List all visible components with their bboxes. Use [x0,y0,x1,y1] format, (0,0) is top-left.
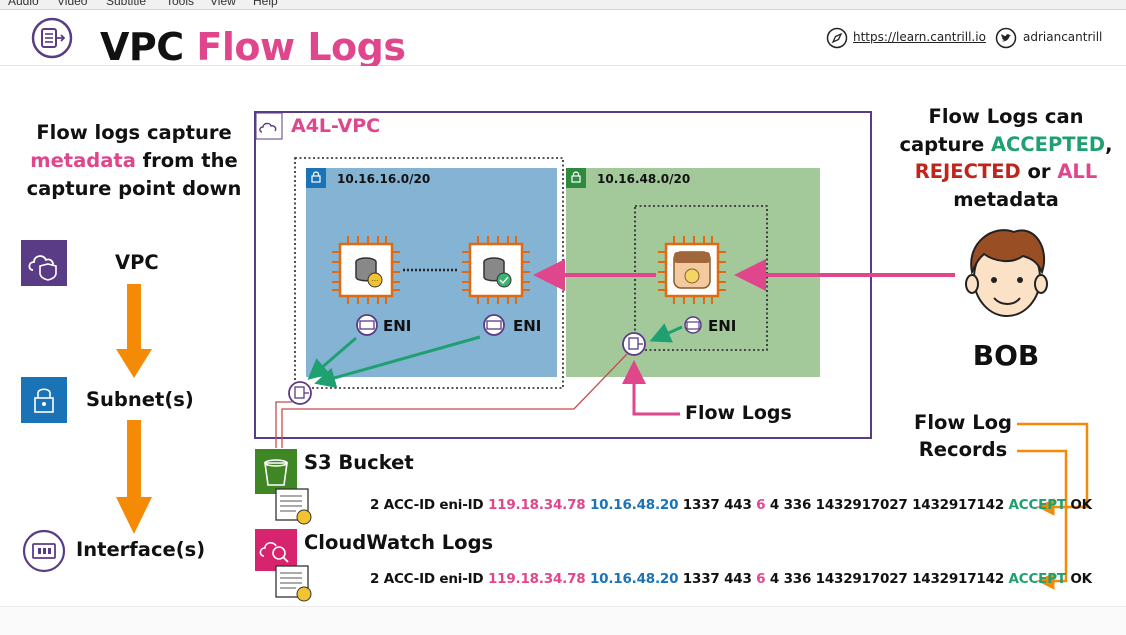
metadata-highlight: metadata [30,149,136,172]
log-record-cloudwatch: 2 ACC-ID eni-ID 119.18.34.78 10.16.48.20… [370,571,1092,587]
title-main: VPC [100,25,197,69]
intro-line-2-rest: from the [135,149,238,172]
subnet-green-lock-icon [566,168,586,188]
menu-video[interactable]: Video [57,0,87,8]
ec2-instance-2-icon [462,236,530,304]
flow-log-records-label: Flow Log Records [900,409,1026,463]
menu-bar: Audio Video Subtitle Tools View Help [0,0,1126,10]
cloudwatch-logs-label: CloudWatch Logs [304,531,494,554]
page-title: VPC Flow Logs [100,25,406,69]
eni-3-label: ENI [708,317,737,335]
flow-logs-icon [31,17,73,59]
twitter-handle[interactable]: adriancantrill [1023,30,1102,44]
course-link[interactable]: https://learn.cantrill.io [853,30,986,44]
flow-log-interface-icon [622,332,646,356]
eni-2-label: ENI [513,317,542,335]
log-ports: 1337 443 [678,497,757,513]
flow-logs-label: Flow Logs [685,402,792,424]
svg-text:···: ··· [372,277,379,285]
intro-text: Flow logs capture metadata from the capt… [18,119,250,203]
accepted-label: ACCEPTED [990,132,1106,156]
log-action: ACCEPT [1008,497,1067,513]
capture-line-2: capture ACCEPTED, [890,131,1122,159]
rejected-label: REJECTED [914,160,1021,183]
footer-strip [0,606,1126,635]
person-name: BOB [972,339,1040,372]
s3-log-document-icon [275,488,312,525]
ec2-instance-3-icon [658,236,726,304]
level-subnet-label: Subnet(s) [86,388,194,411]
log-status: OK [1065,571,1092,587]
capture-prefix: capture [899,132,991,156]
subnet-blue-lock-icon [306,168,326,188]
menu-tools[interactable]: Tools [166,0,194,8]
log-prefix: 2 ACC-ID eni-ID [370,497,488,513]
log-record-s3: 2 ACC-ID eni-ID 119.18.34.78 10.16.48.20… [370,497,1092,513]
log-src-ip: 119.18.34.78 [487,497,586,513]
log-rest: 4 336 1432917027 1432917142 [765,497,1009,513]
log-dst-ip: 10.16.48.20 [589,497,679,513]
capture-or: or [1020,160,1058,183]
vpc-name: A4L-VPC [291,115,381,137]
records-line-1: Flow Log [914,411,1012,434]
eni-1-icon [356,314,378,336]
log-protocol: 6 [756,497,766,513]
menu-help[interactable]: Help [253,0,278,8]
flow-log-vpc-icon [288,381,312,405]
log-prefix: 2 ACC-ID eni-ID [370,571,488,587]
s3-bucket-label: S3 Bucket [304,451,414,474]
diagram-canvas: ··· Flow logs capture metadata from the … [0,66,1126,606]
eni-3-icon [684,316,702,334]
log-status: OK [1065,497,1092,513]
level-interface-label: Interface(s) [76,538,206,561]
capture-comma: , [1105,132,1113,156]
title-accent: Flow Logs [196,25,406,69]
menu-view[interactable]: View [210,0,236,8]
interface-icon [22,529,66,573]
records-bracket-cloudwatch [1017,449,1068,590]
log-dst-ip: 10.16.48.20 [589,571,679,587]
eni-1-label: ENI [383,317,412,335]
slide-header: VPC Flow Logs https://learn.cantrill.io … [0,10,1126,69]
compass-icon [826,27,848,49]
subnet-green-cidr: 10.16.48.0/20 [597,172,691,186]
capture-line-4: metadata [953,187,1059,211]
capture-line-1: Flow Logs can [928,105,1084,128]
subnet-lock-icon [21,377,67,423]
log-ports: 1337 443 [678,571,757,587]
bob-avatar-icon [965,229,1048,317]
vpc-icon [21,240,67,286]
log-src-ip: 119.18.34.78 [487,571,586,587]
vpc-cloud-icon [255,112,283,140]
level-vpc-label: VPC [115,251,159,274]
eni-2-icon [483,314,505,336]
capture-types-text: Flow Logs can capture ACCEPTED, REJECTED… [890,103,1122,213]
cloudwatch-logs-icon [255,529,297,571]
log-protocol: 6 [756,571,766,587]
log-action: ACCEPT [1008,571,1067,587]
s3-bucket-icon [255,449,297,494]
capture-line-3: REJECTED or ALL [890,158,1122,186]
records-bracket-s3 [1017,422,1089,516]
twitter-icon [995,27,1017,49]
subnet-blue-cidr: 10.16.16.0/20 [337,172,431,186]
all-label: ALL [1057,160,1098,183]
ec2-instance-1-icon: ··· [332,236,400,304]
cloudwatch-log-document-icon [275,565,312,602]
intro-line-3: capture point down [26,177,242,200]
log-rest: 4 336 1432917027 1432917142 [765,571,1009,587]
records-line-2: Records [918,438,1008,461]
intro-line-1: Flow logs capture [36,121,232,144]
menu-audio[interactable]: Audio [8,0,39,8]
menu-subtitle[interactable]: Subtitle [106,0,146,8]
intro-line-2: metadata from the [18,147,250,175]
